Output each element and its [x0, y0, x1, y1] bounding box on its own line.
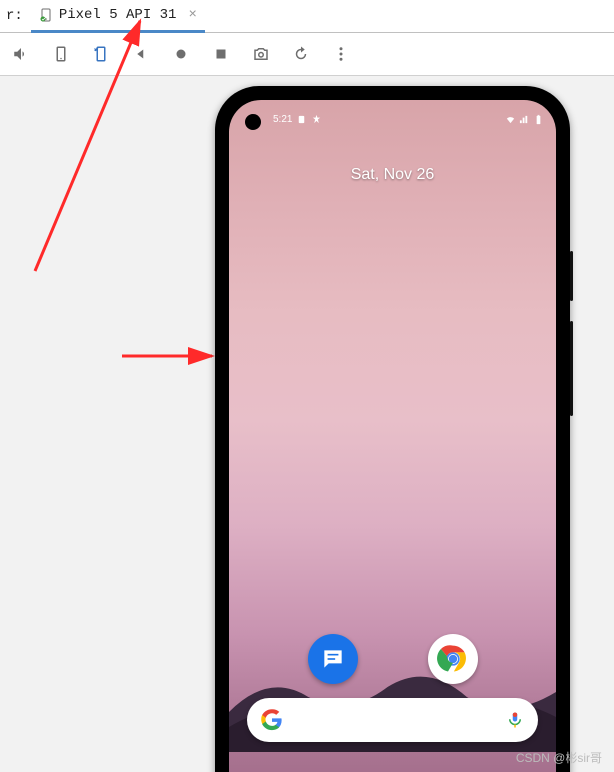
status-time: 5:21 [273, 114, 292, 125]
panel-label: r: [6, 8, 23, 24]
app-dock [229, 634, 556, 684]
tab-label: Pixel 5 API 31 [59, 7, 177, 23]
chrome-app-icon[interactable] [428, 634, 478, 684]
android-nav-bar [229, 764, 556, 772]
device-icon [39, 8, 53, 22]
more-button[interactable] [330, 43, 352, 65]
close-icon[interactable]: × [188, 7, 196, 23]
wifi-icon [505, 114, 516, 125]
battery-saver-icon [311, 114, 322, 125]
back-button[interactable] [130, 43, 152, 65]
emulator-stage: 5:21 Sat, Nov 26 [0, 76, 614, 772]
battery-icon [533, 114, 544, 125]
overview-button[interactable] [210, 43, 232, 65]
device-frame: 5:21 Sat, Nov 26 [215, 86, 570, 772]
device-side-button-2 [570, 321, 573, 416]
device-side-button-1 [570, 251, 573, 301]
annotation-arrow-2 [120, 346, 220, 371]
tab-bar: r: Pixel 5 API 31 × [0, 0, 614, 33]
restart-button[interactable] [290, 43, 312, 65]
emulator-toolbar [0, 33, 614, 76]
watermark: CSDN @彬sir哥 [516, 749, 602, 766]
status-bar: 5:21 [229, 109, 556, 129]
home-date[interactable]: Sat, Nov 26 [229, 166, 556, 184]
rotate-left-button[interactable] [50, 43, 72, 65]
screenshot-button[interactable] [250, 43, 272, 65]
home-button[interactable] [170, 43, 192, 65]
rotate-right-button[interactable] [90, 43, 112, 65]
messages-app-icon[interactable] [308, 634, 358, 684]
google-search-bar[interactable] [247, 698, 538, 742]
google-logo-icon [261, 709, 283, 731]
tab-emulator[interactable]: Pixel 5 API 31 × [31, 0, 205, 33]
device-screen[interactable]: 5:21 Sat, Nov 26 [229, 100, 556, 772]
mic-icon[interactable] [506, 711, 524, 729]
volume-button[interactable] [10, 43, 32, 65]
notification-icon [296, 114, 307, 125]
signal-icon [519, 114, 530, 125]
